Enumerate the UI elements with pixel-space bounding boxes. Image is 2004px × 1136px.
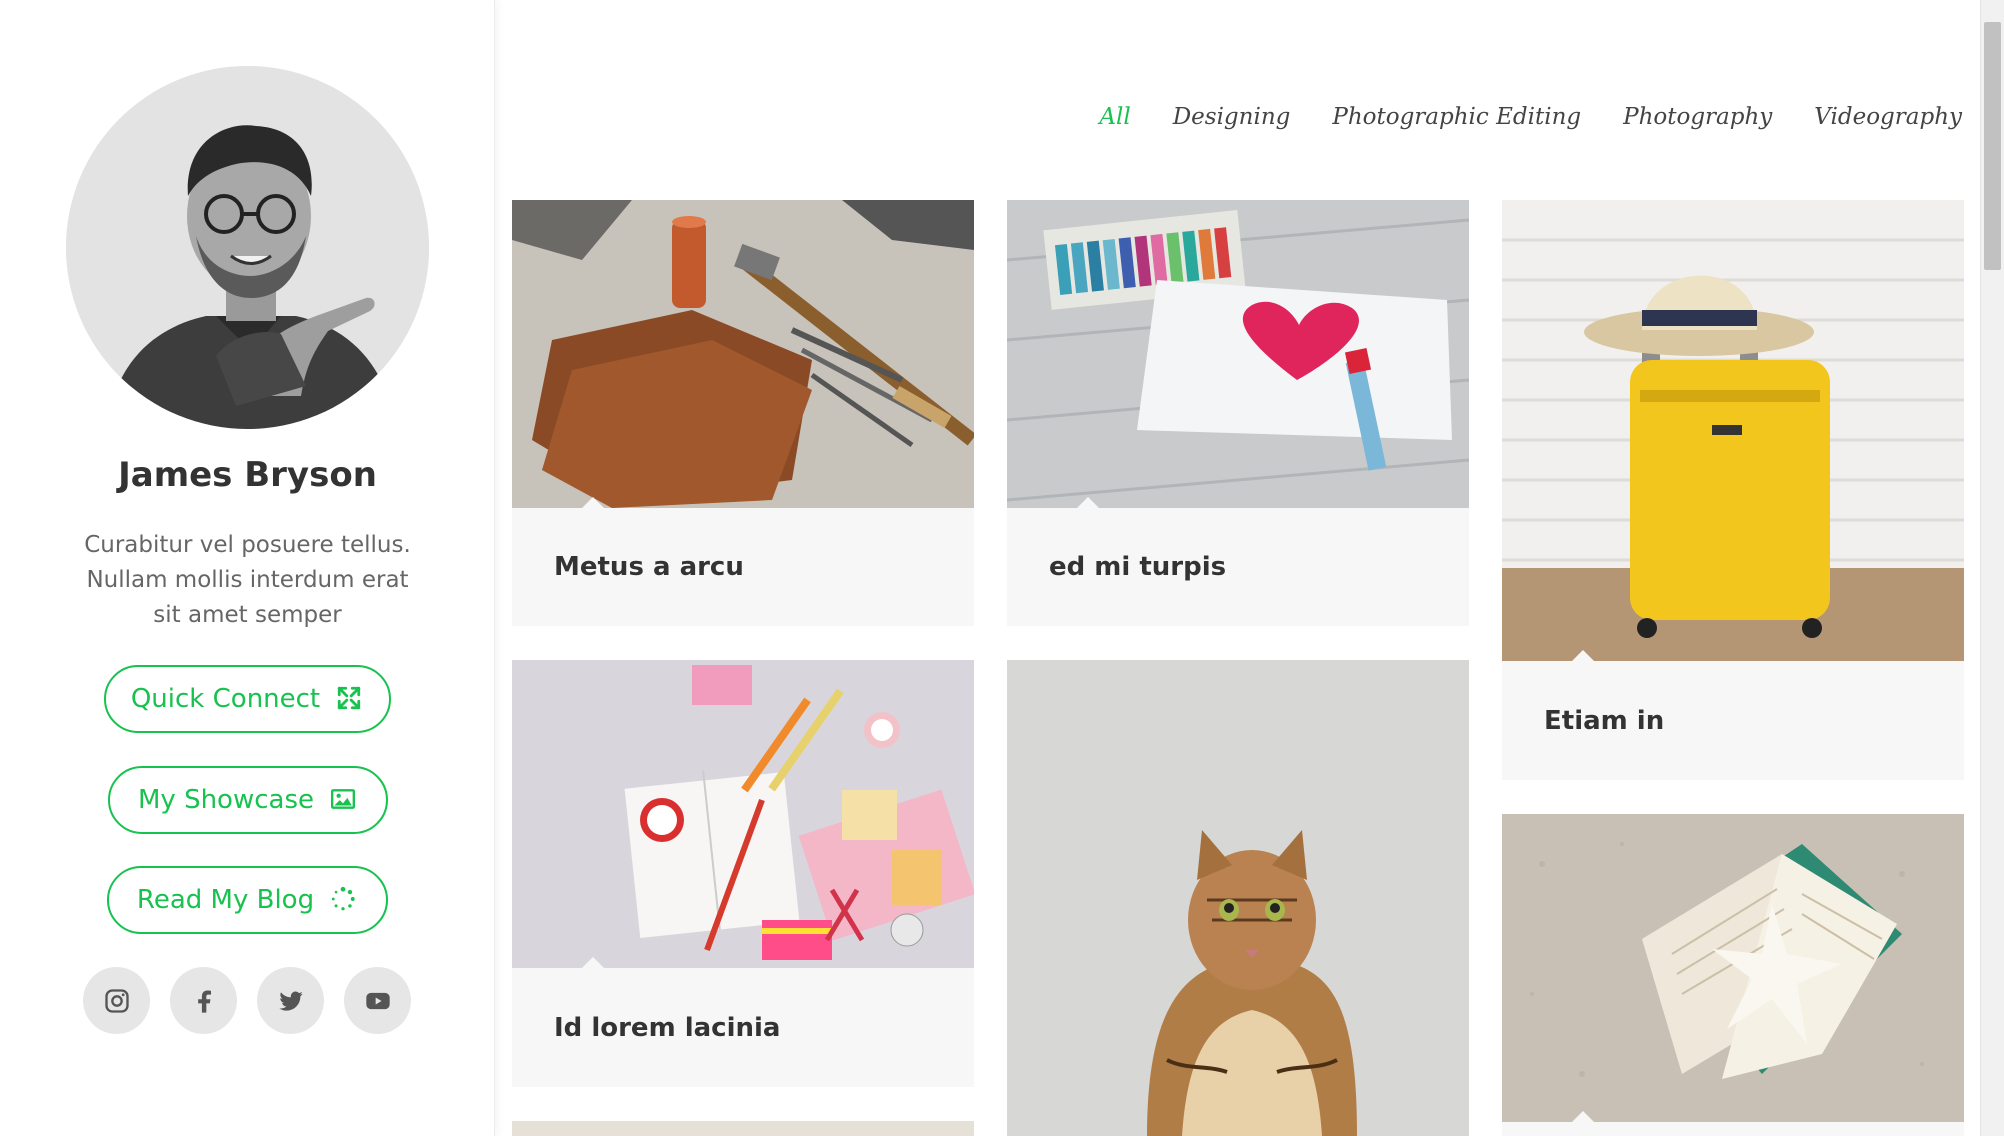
portfolio-image	[1502, 200, 1964, 661]
portfolio-filter-nav: All Designing Photographic Editing Photo…	[1099, 104, 1962, 130]
portfolio-card-title: Etiam in	[1544, 705, 1665, 736]
profile-name: James Bryson	[118, 455, 377, 495]
portfolio-image	[512, 200, 974, 508]
portfolio-image	[1502, 814, 1964, 1122]
portfolio-card[interactable]: ed mi turpis	[1007, 200, 1469, 626]
quick-connect-button[interactable]: Quick Connect	[104, 665, 391, 733]
card-notch	[582, 957, 604, 968]
portfolio-card[interactable]	[512, 1121, 974, 1136]
avatar	[66, 66, 429, 429]
social-links	[83, 967, 411, 1034]
filter-photography[interactable]: Photography	[1623, 104, 1772, 130]
my-showcase-label: My Showcase	[137, 785, 314, 815]
filter-videography[interactable]: Videography	[1814, 104, 1962, 130]
card-notch	[1077, 497, 1099, 508]
facebook-link[interactable]	[170, 967, 237, 1034]
portfolio-card[interactable]	[1007, 660, 1469, 1136]
portfolio-card-title: Id lorem lacinia	[554, 1012, 781, 1043]
portfolio-card[interactable]: Metus a arcu	[512, 200, 974, 626]
profile-photo	[66, 66, 429, 429]
scrollbar[interactable]	[1980, 0, 2004, 1136]
quick-connect-label: Quick Connect	[130, 684, 321, 714]
card-notch	[1572, 650, 1594, 661]
portfolio-card-title: ed mi turpis	[1049, 552, 1227, 582]
card-notch	[582, 497, 604, 508]
twitter-icon	[278, 991, 303, 1011]
portfolio-image	[1007, 200, 1469, 508]
twitter-link[interactable]	[257, 967, 324, 1034]
portfolio-image	[512, 1121, 974, 1136]
facebook-icon	[197, 990, 211, 1013]
portfolio-card[interactable]	[1502, 814, 1964, 1136]
profile-bio: Curabitur vel posuere tellus. Nullam mol…	[84, 532, 411, 628]
youtube-icon	[365, 992, 390, 1009]
profile-sidebar: James Bryson Curabitur vel posuere tellu…	[0, 0, 495, 1136]
portfolio-card[interactable]: Id lorem lacinia	[512, 660, 974, 1087]
spinner-icon	[330, 886, 358, 914]
expand-arrows-icon	[336, 685, 364, 713]
card-notch	[1572, 1111, 1594, 1122]
filter-photographic-editing[interactable]: Photographic Editing	[1332, 104, 1581, 130]
instagram-link[interactable]	[83, 967, 150, 1034]
youtube-link[interactable]	[344, 967, 411, 1034]
instagram-icon	[104, 988, 129, 1013]
image-icon	[330, 786, 358, 814]
portfolio-card-title: Metus a arcu	[554, 552, 744, 582]
portfolio-card[interactable]: Etiam in	[1502, 200, 1964, 780]
portfolio-image	[1007, 660, 1469, 1136]
filter-designing[interactable]: Designing	[1173, 104, 1291, 130]
read-my-blog-label: Read My Blog	[136, 885, 315, 915]
scrollbar-thumb[interactable]	[1984, 22, 2001, 270]
read-my-blog-button[interactable]: Read My Blog	[107, 866, 388, 934]
portfolio-image	[512, 660, 974, 968]
filter-all[interactable]: All	[1099, 104, 1130, 130]
my-showcase-button[interactable]: My Showcase	[108, 766, 388, 834]
